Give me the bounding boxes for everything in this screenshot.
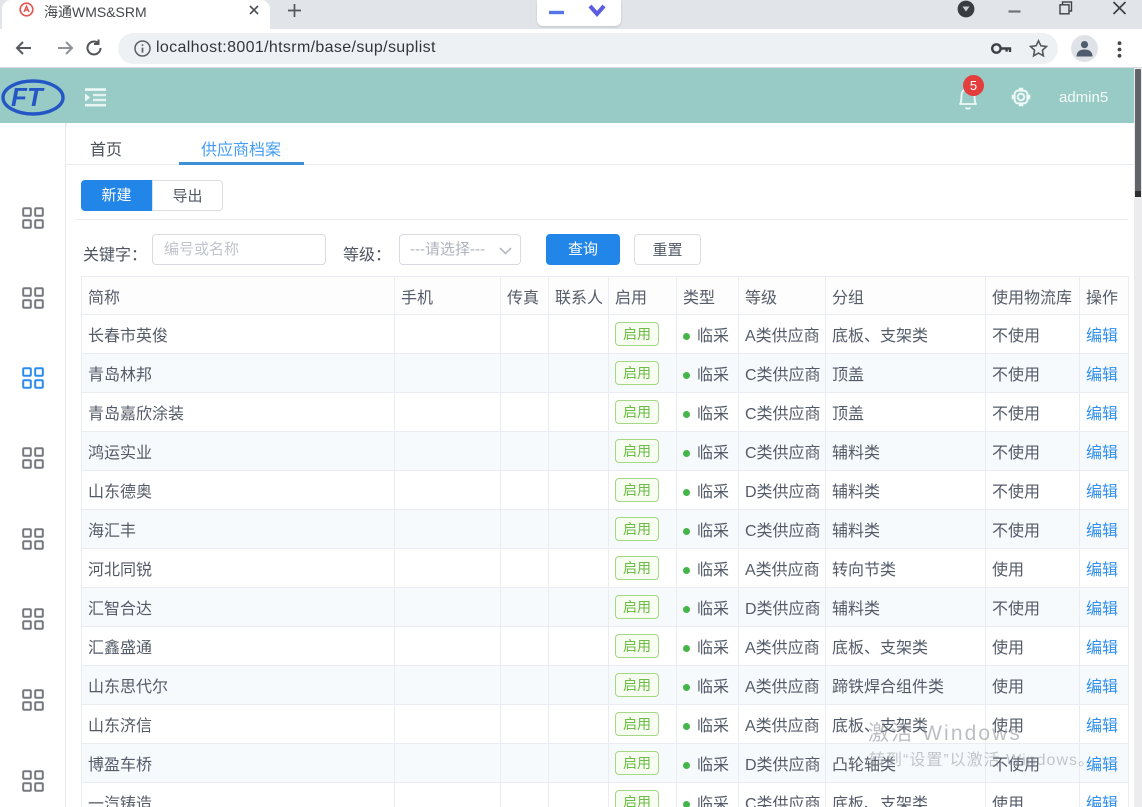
svg-text:FT: FT [11,82,45,112]
